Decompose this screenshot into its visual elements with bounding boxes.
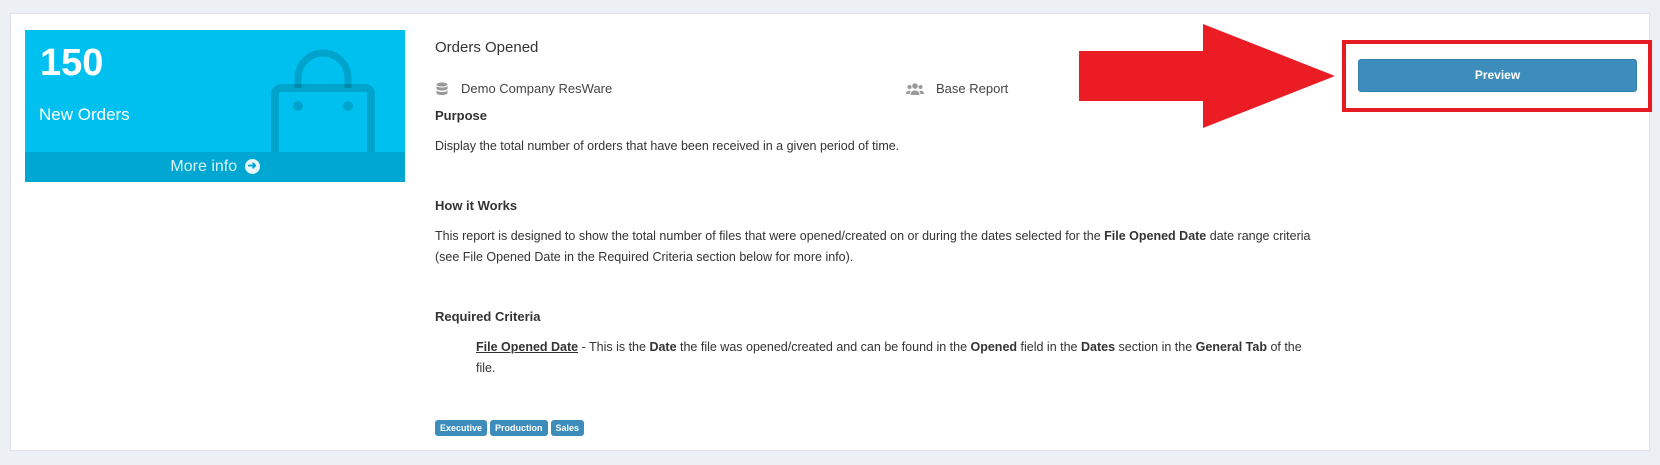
company-name: Demo Company ResWare (461, 81, 613, 96)
how-text-bold: File Opened Date (1104, 229, 1207, 243)
preview-button[interactable]: Preview (1358, 59, 1637, 92)
users-icon (906, 82, 924, 95)
report-type: Base Report (936, 81, 1009, 96)
how-text-part: This report is designed to show the tota… (435, 229, 1105, 243)
criteria-name: File Opened Date (476, 340, 579, 354)
stat-label: New Orders (39, 105, 130, 124)
shopping-bag-icon (271, 49, 375, 164)
more-info-label: More info (170, 158, 238, 175)
criteria-text: section in the (1115, 340, 1196, 354)
purpose-text: Display the total number of orders that … (435, 139, 900, 153)
tag-executive: Executive (435, 420, 488, 436)
new-orders-stat-box: 150 New Orders More info ➜ (25, 30, 405, 182)
stat-number: 150 (40, 42, 104, 84)
required-criteria-heading: Required Criteria (435, 309, 541, 324)
criteria-bold: Date (649, 340, 677, 354)
report-title: Orders Opened (435, 39, 539, 56)
tag-production: Production (490, 420, 548, 436)
criteria-bold: General Tab (1195, 340, 1267, 354)
tag-sales: Sales (550, 420, 585, 436)
more-info-link[interactable]: More info ➜ (25, 152, 405, 182)
criteria-text: field in the (1017, 340, 1081, 354)
company-meta: Demo Company ResWare (435, 81, 612, 96)
criteria-bold: Opened (970, 340, 1018, 354)
purpose-heading: Purpose (435, 108, 488, 123)
how-it-works-text: This report is designed to show the tota… (435, 226, 1315, 268)
report-type-meta: Base Report (906, 81, 1008, 96)
how-it-works-heading: How it Works (435, 198, 518, 213)
tag-list: Executive Production Sales (435, 420, 585, 436)
criteria-bold: Dates (1080, 340, 1116, 354)
criteria-text: the file was opened/created and can be f… (676, 340, 971, 354)
red-arrow-annotation (1079, 24, 1335, 128)
arrow-circle-right-icon: ➜ (244, 159, 260, 175)
database-icon (436, 82, 448, 95)
criteria-item: File Opened Date - This is the Date the … (476, 337, 1316, 379)
criteria-text: - This is the (578, 340, 650, 354)
